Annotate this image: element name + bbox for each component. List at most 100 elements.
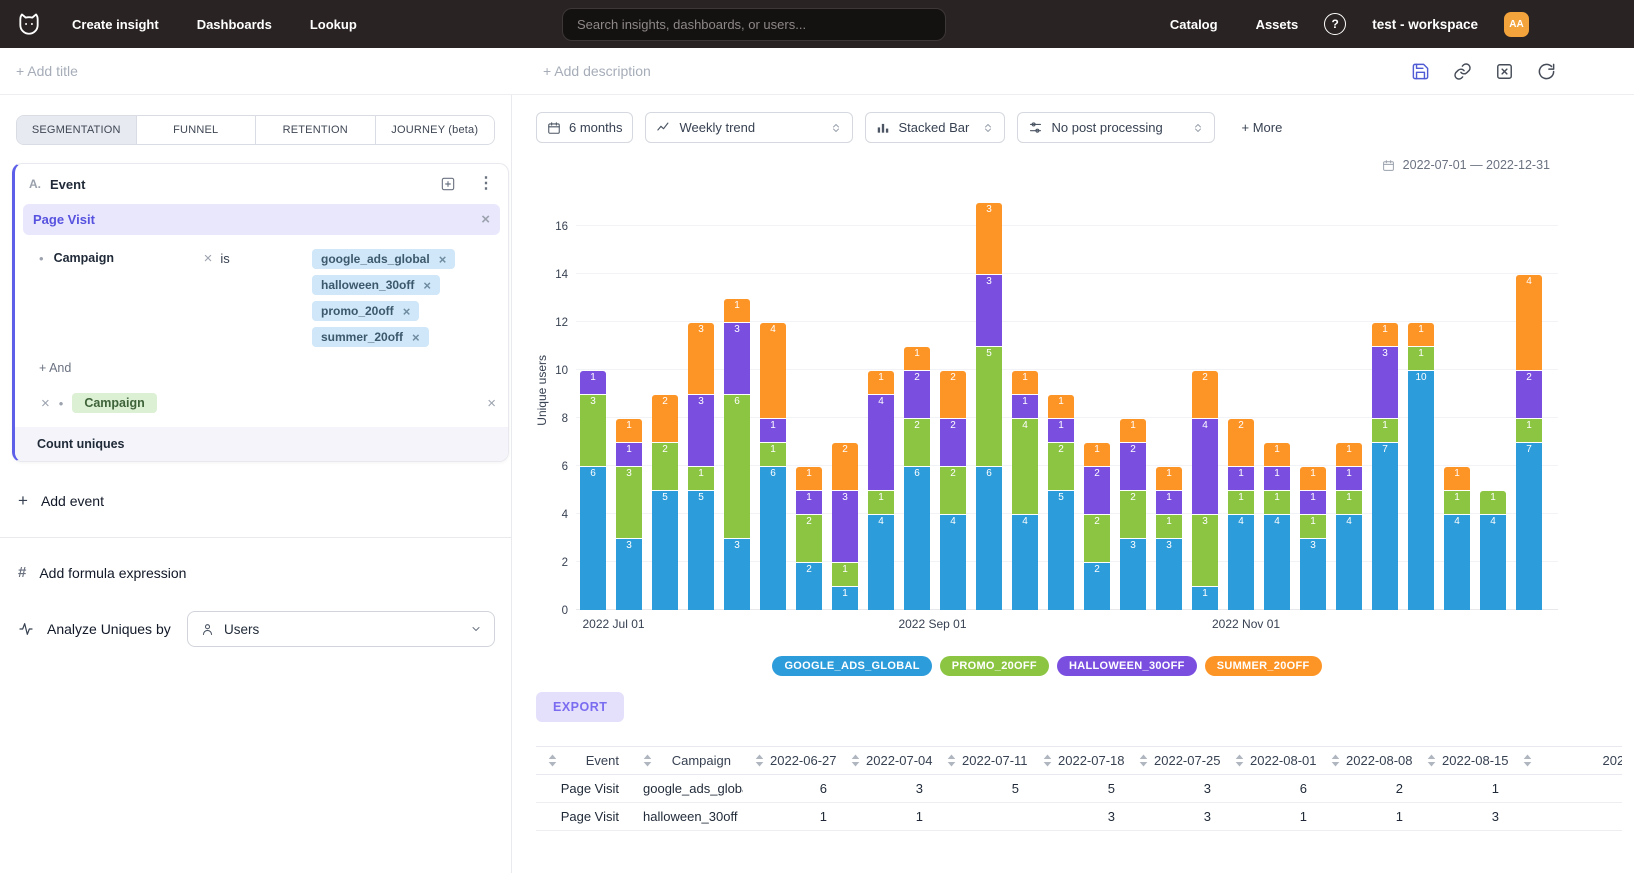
segment-google_ads_global[interactable]: 5 xyxy=(688,491,714,610)
breakdown-property-chip[interactable]: Campaign xyxy=(72,393,156,413)
segment-halloween_30off[interactable]: 1 xyxy=(1156,491,1182,514)
segment-promo_20off[interactable]: 2 xyxy=(940,467,966,514)
segment-halloween_30off[interactable]: 2 xyxy=(1120,443,1146,490)
segment-halloween_30off[interactable]: 1 xyxy=(1336,467,1362,490)
segment-google_ads_global[interactable]: 10 xyxy=(1408,371,1434,610)
add-description-button[interactable]: + Add description xyxy=(543,63,651,79)
bar-2022-10-10[interactable]: 3221 xyxy=(1120,419,1146,610)
column-header-2022-07-18[interactable]: 2022-07-18 xyxy=(1031,747,1127,775)
segment-promo_20off[interactable]: 3 xyxy=(616,467,642,538)
bar-2022-10-31[interactable]: 4112 xyxy=(1228,419,1254,610)
trend-select[interactable]: Weekly trend xyxy=(645,112,853,143)
bar-2022-08-01[interactable]: 6114 xyxy=(760,323,786,610)
segment-promo_20off[interactable]: 2 xyxy=(1120,491,1146,538)
segment-halloween_30off[interactable]: 2 xyxy=(1084,467,1110,514)
bar-2022-09-05[interactable]: 4222 xyxy=(940,371,966,610)
segment-promo_20off[interactable]: 6 xyxy=(724,395,750,538)
segment-halloween_30off[interactable]: 3 xyxy=(1372,347,1398,418)
segment-promo_20off[interactable]: 1 xyxy=(1516,419,1542,442)
filter-property[interactable]: Campaign xyxy=(54,251,204,265)
tab-journey-beta[interactable]: JOURNEY (beta) xyxy=(376,116,495,144)
bar-2022-07-18[interactable]: 5133 xyxy=(688,323,714,610)
segment-halloween_30off[interactable]: 1 xyxy=(580,371,606,394)
segment-promo_20off[interactable]: 1 xyxy=(1336,491,1362,514)
segment-google_ads_global[interactable]: 4 xyxy=(940,515,966,610)
filter-value-chip[interactable]: google_ads_global× xyxy=(312,249,455,269)
segment-summer_20off[interactable]: 3 xyxy=(976,203,1002,274)
segment-summer_20off[interactable]: 1 xyxy=(904,347,930,370)
clear-icon[interactable] xyxy=(1495,62,1514,81)
segment-google_ads_global[interactable]: 4 xyxy=(1012,515,1038,610)
segment-promo_20off[interactable]: 3 xyxy=(1192,515,1218,586)
bar-2022-06-27[interactable]: 631 xyxy=(580,371,606,610)
legend-item-promo-20off[interactable]: PROMO_20OFF xyxy=(940,656,1049,676)
segment-promo_20off[interactable]: 2 xyxy=(796,515,822,562)
segment-promo_20off[interactable]: 2 xyxy=(652,443,678,490)
add-title-button[interactable]: + Add title xyxy=(16,63,78,79)
segment-google_ads_global[interactable]: 6 xyxy=(580,467,606,610)
add-event-button[interactable]: + Add event xyxy=(18,492,104,509)
segment-summer_20off[interactable]: 1 xyxy=(724,299,750,322)
segment-promo_20off[interactable]: 4 xyxy=(1012,419,1038,514)
column-header-2022-07-25[interactable]: 2022-07-25 xyxy=(1127,747,1223,775)
filter-value-chip[interactable]: promo_20off× xyxy=(312,301,419,321)
bar-2022-07-11[interactable]: 522 xyxy=(652,395,678,610)
bar-2022-12-12[interactable]: 411 xyxy=(1444,467,1470,610)
nav-link-catalog[interactable]: Catalog xyxy=(1170,17,1218,32)
segment-promo_20off[interactable]: 1 xyxy=(688,467,714,490)
avatar[interactable]: AA xyxy=(1504,12,1529,37)
segment-halloween_30off[interactable]: 1 xyxy=(1264,467,1290,490)
segment-summer_20off[interactable]: 1 xyxy=(796,467,822,490)
segment-summer_20off[interactable]: 1 xyxy=(1012,371,1038,394)
bar-2022-08-29[interactable]: 6221 xyxy=(904,347,930,610)
column-header-event[interactable]: Event xyxy=(536,747,631,775)
segment-promo_20off[interactable]: 3 xyxy=(580,395,606,466)
segment-summer_20off[interactable]: 4 xyxy=(760,323,786,418)
segment-summer_20off[interactable]: 1 xyxy=(616,419,642,442)
workspace-name[interactable]: test - workspace xyxy=(1372,17,1478,32)
segment-summer_20off[interactable]: 1 xyxy=(1408,323,1434,346)
segment-google_ads_global[interactable]: 4 xyxy=(1480,515,1506,610)
column-header-campaign[interactable]: Campaign xyxy=(631,747,743,775)
sort-icon[interactable] xyxy=(755,754,764,767)
segment-halloween_30off[interactable]: 1 xyxy=(1012,395,1038,418)
segment-google_ads_global[interactable]: 1 xyxy=(832,587,858,610)
date-range-button[interactable]: 6 months xyxy=(536,112,633,143)
segment-promo_20off[interactable]: 1 xyxy=(832,563,858,586)
sort-icon[interactable] xyxy=(1235,754,1244,767)
segment-promo_20off[interactable]: 1 xyxy=(1264,491,1290,514)
aggregation-row[interactable]: Count uniques xyxy=(15,427,508,461)
post-processing-select[interactable]: No post processing xyxy=(1017,112,1215,143)
bar-2022-12-05[interactable]: 1011 xyxy=(1408,323,1434,610)
segment-promo_20off[interactable]: 1 xyxy=(760,443,786,466)
more-options-button[interactable]: + More xyxy=(1241,120,1282,135)
remove-value-icon[interactable]: × xyxy=(439,253,447,266)
remove-value-icon[interactable]: × xyxy=(423,279,431,292)
sort-icon[interactable] xyxy=(1523,754,1532,767)
segment-promo_20off[interactable]: 1 xyxy=(1444,491,1470,514)
search-input[interactable] xyxy=(562,8,946,41)
bar-2022-09-26[interactable]: 5211 xyxy=(1048,395,1074,610)
bar-2022-08-15[interactable]: 1132 xyxy=(832,443,858,610)
sort-icon[interactable] xyxy=(548,754,557,767)
filter-value-chip[interactable]: halloween_30off× xyxy=(312,275,440,295)
column-header-2022-06-27[interactable]: 2022-06-27 xyxy=(743,747,839,775)
legend-item-summer-20off[interactable]: SUMMER_20OFF xyxy=(1205,656,1322,676)
segment-promo_20off[interactable]: 1 xyxy=(868,491,894,514)
segment-google_ads_global[interactable]: 1 xyxy=(1192,587,1218,610)
segment-summer_20off[interactable]: 3 xyxy=(688,323,714,394)
segment-summer_20off[interactable]: 1 xyxy=(1300,467,1326,490)
segment-promo_20off[interactable]: 1 xyxy=(1156,515,1182,538)
segment-summer_20off[interactable]: 1 xyxy=(1372,323,1398,346)
segment-summer_20off[interactable]: 1 xyxy=(1120,419,1146,442)
save-icon[interactable] xyxy=(1411,62,1430,81)
bar-2022-11-21[interactable]: 4111 xyxy=(1336,443,1362,610)
segment-halloween_30off[interactable]: 2 xyxy=(940,419,966,466)
bar-2022-08-08[interactable]: 2211 xyxy=(796,467,822,610)
segment-halloween_30off[interactable]: 2 xyxy=(904,371,930,418)
segment-google_ads_global[interactable]: 3 xyxy=(724,539,750,610)
segment-google_ads_global[interactable]: 3 xyxy=(616,539,642,610)
event-menu-icon[interactable]: ⋮ xyxy=(478,176,494,192)
segment-summer_20off[interactable]: 2 xyxy=(652,395,678,442)
segment-halloween_30off[interactable]: 1 xyxy=(1300,491,1326,514)
